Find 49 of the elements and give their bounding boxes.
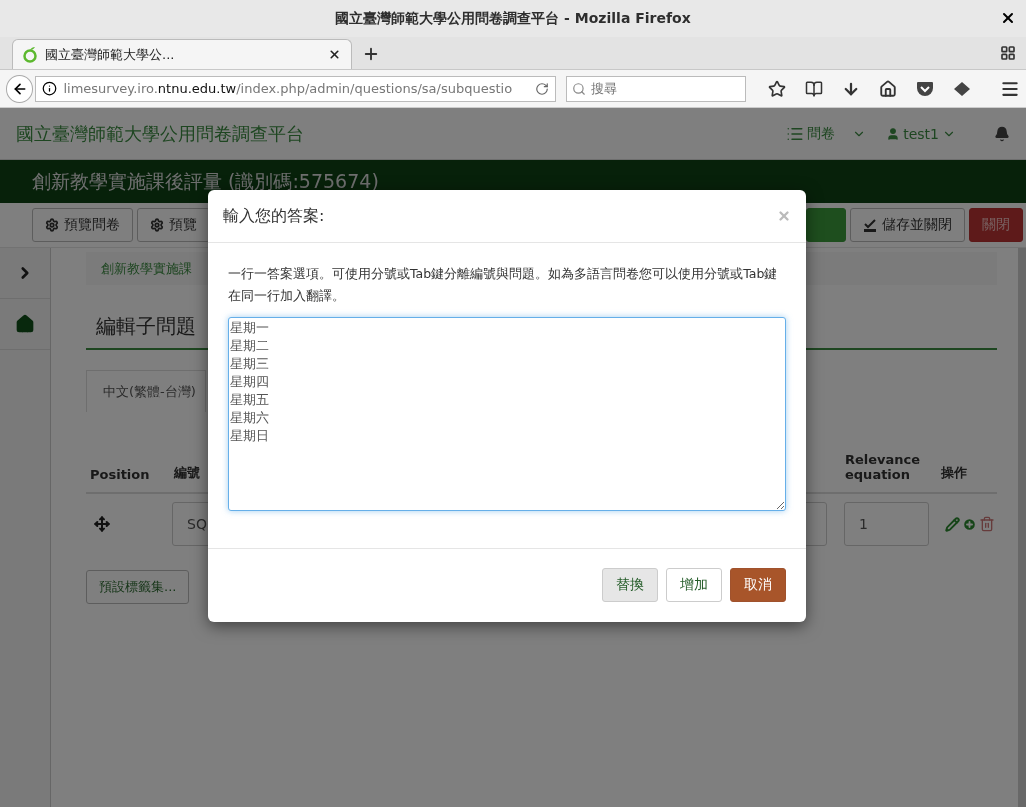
gear-icon [45,218,59,232]
user-icon [886,126,901,141]
column-header: 操作 [937,464,997,494]
pencil-icon[interactable] [945,516,960,532]
new-tab-button[interactable] [362,45,380,63]
close-button[interactable]: 關閉 [969,208,1023,242]
column-header: Relevance equation [841,452,937,494]
survey-menu[interactable]: 問卷 [786,124,867,143]
back-button[interactable] [6,74,34,103]
cancel-button[interactable]: 取消 [730,568,786,602]
label-set-button[interactable]: 預設標籤集... [86,570,190,604]
page-heading: 編輯子問題 [96,314,196,338]
language-tab[interactable]: 中文(繁體-台灣) [86,370,206,412]
url-field[interactable]: limesurvey.iro.ntnu.edu.tw/index.php/admin/questions/sa/subquestio [35,75,556,102]
site-brand[interactable]: 國立臺灣師範大學公用問卷調查平台 [16,121,787,146]
check-tray-icon [863,218,877,232]
search-icon [572,81,586,96]
answer-box[interactable]: 星期一 星期二 星期三 星期四 星期五 星期六 星期日 [228,317,786,511]
extension-icon[interactable] [953,80,971,97]
survey-title: 創新教學實施課後評量 (識別碼:575674) [32,168,379,194]
lime-icon [23,46,37,63]
home-icon [15,314,35,334]
home-icon[interactable] [879,79,897,98]
window-title: 國立臺灣師範大學公用問卷調查平台 - Mozilla Firefox [335,9,691,28]
browser-tab[interactable]: 國立臺灣師範大學公... [12,39,352,69]
relevance-field[interactable]: 1 [844,502,929,546]
reload-icon[interactable] [535,81,549,96]
close-icon[interactable] [328,48,341,61]
add-icon[interactable] [962,516,977,532]
grid-button[interactable] [1000,45,1016,61]
bookmark-star-icon[interactable] [768,79,786,98]
breadcrumb-link[interactable]: 創新教學實施課 [101,259,192,278]
modal-description: 一行一答案選項。可使用分號或Tab鍵分離編號與問題。如為多語言問卷您可以使用分號或Tab鍵在同一行加入翻譯。 [228,265,779,305]
pocket-icon[interactable] [916,80,934,97]
action-button[interactable]: 增加 [666,568,722,602]
library-icon[interactable] [805,79,823,98]
preview-button[interactable]: 預覽問卷 [32,208,133,242]
search-field[interactable]: 搜尋 [566,75,746,102]
info-icon[interactable] [42,81,58,96]
save-close-button[interactable]: 儲存並關閉 [850,208,965,242]
column-header: Position [86,467,170,494]
preview-button[interactable]: 預覽 [137,208,210,242]
action-button[interactable]: 替換 [602,568,658,602]
modal-title: 輸入您的答案: [223,205,325,227]
bell-icon[interactable] [994,125,1010,142]
move-icon[interactable] [94,516,110,532]
user-menu[interactable]: test1 [886,125,956,142]
gear-icon [150,218,164,232]
close-button[interactable] [1000,10,1016,26]
